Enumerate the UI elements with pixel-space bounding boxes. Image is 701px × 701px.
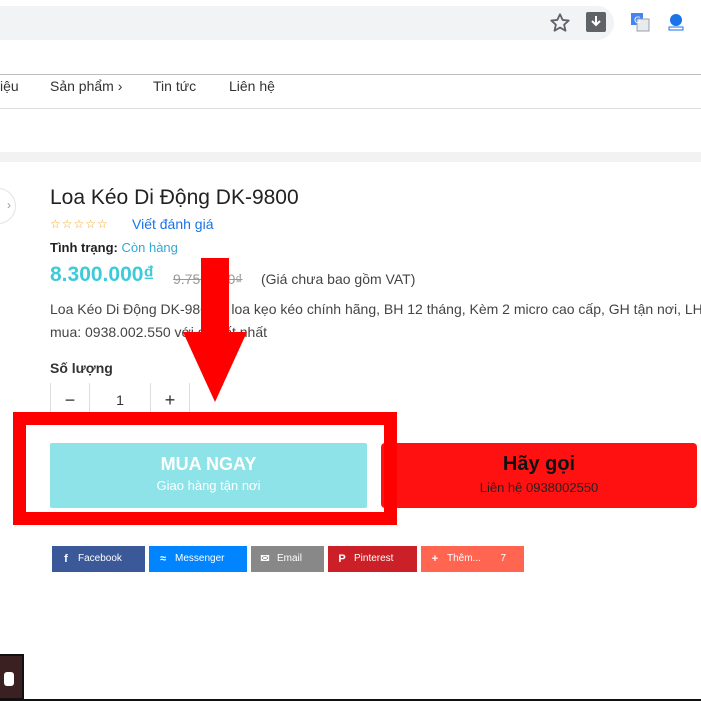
write-review-link[interactable]: Viết đánh giá: [132, 216, 213, 232]
nav-item-contact[interactable]: Liên hệ: [229, 78, 275, 94]
vat-note: (Giá chưa bao gồm VAT): [261, 271, 416, 287]
share-more-label: Thêm...: [447, 553, 481, 564]
share-more-button[interactable]: + Thêm... 7: [421, 546, 524, 572]
call-label: Hãy gọi: [502, 453, 576, 475]
facebook-icon: f: [64, 553, 68, 565]
arrow-down-icon: [201, 258, 229, 338]
call-sublabel: Liên hệ 0938002550: [479, 480, 599, 495]
nav-divider-bottom: [0, 108, 701, 109]
star-icon[interactable]: [549, 12, 571, 34]
stock-status: Tình trạng: Còn hàng: [50, 240, 178, 255]
pinterest-icon: P: [338, 553, 346, 565]
chevron-right-icon: ›: [117, 78, 123, 94]
arrow-down-head-icon: [183, 332, 247, 402]
nav-item-products-label: Sản phẩm: [50, 78, 114, 94]
main-nav: iệu Sản phẩm › Tin tức Liên hệ: [0, 75, 701, 108]
gallery-nav-button[interactable]: ›: [0, 188, 16, 224]
share-pinterest-button[interactable]: P Pinterest: [328, 546, 417, 572]
share-messenger-label: Messenger: [175, 553, 225, 564]
share-email-label: Email: [277, 553, 303, 564]
call-button[interactable]: Hãy gọi Liên hệ 0938002550: [381, 443, 697, 508]
nav-item-news[interactable]: Tin tức: [153, 78, 196, 94]
svg-text:G: G: [634, 16, 641, 26]
speaker-icon: [4, 672, 14, 686]
share-count-badge: 7: [500, 553, 506, 564]
share-messenger-button[interactable]: ≈ Messenger: [149, 546, 247, 572]
current-price: 8.300.000₫: [50, 263, 155, 286]
extension-icon[interactable]: [666, 12, 686, 32]
chevron-right-icon: ›: [7, 198, 11, 212]
share-email-button[interactable]: ✉ Email: [251, 546, 324, 572]
nav-item-partial[interactable]: iệu: [0, 78, 19, 94]
download-icon[interactable]: [586, 12, 606, 32]
highlight-box: [13, 412, 397, 525]
browser-toolbar: G: [0, 0, 701, 46]
address-bar[interactable]: [0, 6, 614, 40]
product-thumbnail[interactable]: [0, 654, 24, 700]
stock-status-value: Còn hàng: [121, 240, 178, 255]
quantity-label: Số lượng: [50, 360, 113, 376]
product-description: Loa Kéo Di Động DK-9800 – loa kẹo kéo ch…: [50, 301, 701, 340]
share-pinterest-label: Pinterest: [354, 553, 394, 564]
page: G iệu Sản phẩm › Tin tức Liên hệ › Loa K…: [0, 0, 701, 701]
translate-icon[interactable]: G: [630, 12, 650, 32]
share-facebook-label: Facebook: [78, 553, 122, 564]
section-divider: [0, 152, 701, 162]
rating-stars-icon[interactable]: ☆☆☆☆☆: [50, 217, 109, 231]
email-icon: ✉: [260, 553, 270, 565]
plus-icon: +: [431, 553, 439, 565]
nav-item-products[interactable]: Sản phẩm ›: [50, 78, 122, 94]
share-facebook-button[interactable]: f Facebook: [52, 546, 145, 572]
messenger-icon: ≈: [159, 553, 167, 565]
stock-status-label: Tình trạng:: [50, 240, 118, 255]
product-title: Loa Kéo Di Động DK-9800: [50, 186, 299, 209]
